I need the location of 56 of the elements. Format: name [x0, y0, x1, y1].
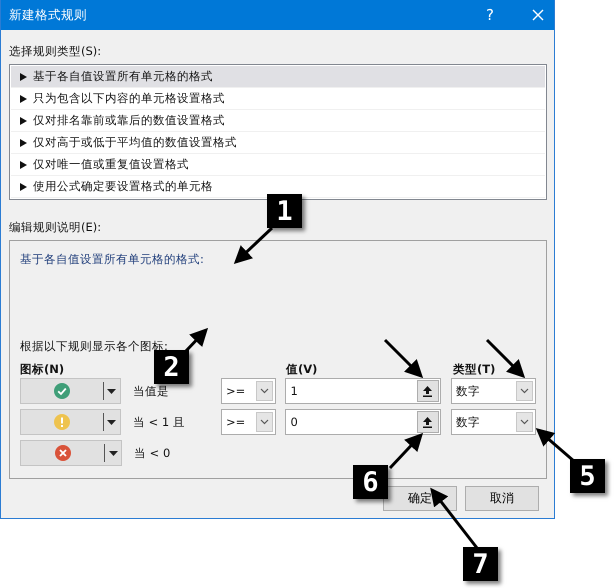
triangle-icon [20, 138, 27, 146]
callout-arrow [388, 432, 424, 470]
triangle-icon [20, 160, 27, 168]
step-number-callout: 2 [154, 350, 189, 384]
operator-dropdown[interactable]: >= [220, 378, 276, 404]
chevron-down-icon [520, 388, 529, 394]
rule-heading: 基于各自值设置所有单元格的格式: [20, 251, 205, 267]
edit-description-label: 编辑规则说明(E): [9, 219, 102, 235]
type-column-header: 类型(T) [453, 362, 496, 376]
type-dropdown[interactable]: 数字 [450, 409, 536, 435]
type-dropdown[interactable]: 数字 [450, 378, 536, 404]
rule-type-item[interactable]: 仅对排名靠前或靠后的数值设置格式 [11, 110, 545, 132]
value-column-header: 值(V) [286, 362, 318, 376]
rule-type-item[interactable]: 仅对高于或低于平均值的数值设置格式 [11, 132, 545, 154]
exclamation-circle-icon [54, 414, 70, 430]
condition-label: 当 < 0 [133, 446, 172, 460]
step-number-callout: 1 [267, 194, 302, 228]
triangle-icon [20, 72, 27, 80]
rule-type-item[interactable]: 基于各自值设置所有单元格的格式 [11, 66, 545, 88]
value-field[interactable]: 0 [285, 409, 441, 435]
operator-dropdown[interactable]: >= [220, 409, 276, 435]
chevron-down-icon [520, 419, 529, 425]
condition-label: 当 < 1 且 [132, 414, 186, 430]
dropdown-caret-icon [108, 450, 118, 456]
upload-arrow-icon [423, 416, 432, 428]
chevron-down-icon [260, 388, 270, 394]
dropdown-caret-icon [107, 420, 116, 424]
chevron-down-icon [260, 419, 270, 425]
range-select-button[interactable] [416, 411, 439, 433]
callout-arrow [234, 226, 274, 264]
step-number-callout: 7 [463, 547, 498, 581]
help-button[interactable]: ? [480, 6, 500, 24]
rule-type-item[interactable]: 仅对唯一值或重复值设置格式 [11, 154, 545, 176]
close-icon [532, 9, 544, 21]
value-field[interactable]: 1 [285, 378, 441, 404]
window-title: 新建格式规则 [9, 6, 88, 24]
icon-dropdown[interactable] [20, 440, 122, 466]
icon-dropdown[interactable] [20, 378, 121, 404]
step-number-callout: 6 [353, 465, 388, 499]
dialog-button[interactable]: 取消 [465, 486, 539, 511]
step-number-callout: 5 [570, 459, 605, 493]
triangle-icon [20, 116, 27, 124]
callout-arrow [384, 338, 424, 378]
upload-arrow-icon [423, 386, 432, 396]
condition-label: 当值是 [132, 384, 170, 398]
triangle-icon [20, 94, 27, 102]
check-circle-icon [54, 383, 70, 399]
callout-arrow [430, 488, 478, 549]
dropdown-caret-icon [107, 388, 116, 394]
close-button[interactable] [530, 7, 546, 23]
range-select-button[interactable] [416, 380, 439, 402]
cross-circle-icon [54, 445, 70, 461]
rule-type-label: 选择规则类型(S): [9, 43, 102, 59]
icon-column-header: 图标(N) [20, 362, 64, 376]
rule-type-item[interactable]: 只为包含以下内容的单元格设置格式 [11, 88, 545, 110]
triangle-icon [20, 182, 27, 190]
